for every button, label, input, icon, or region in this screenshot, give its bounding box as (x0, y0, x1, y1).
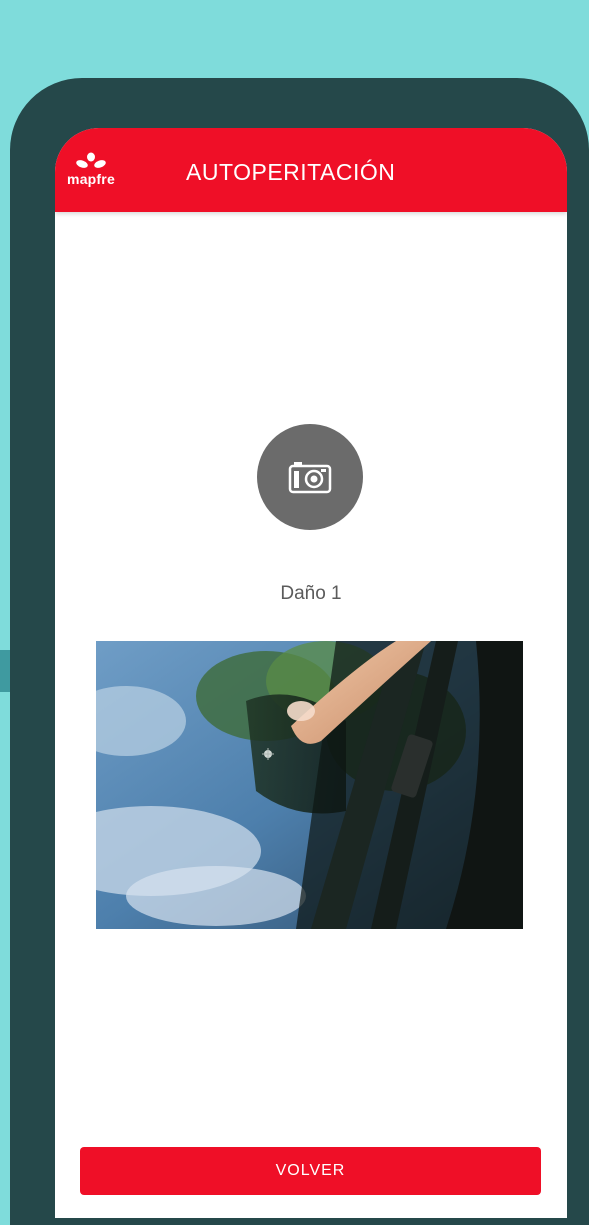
camera-button[interactable] (257, 424, 363, 530)
mapfre-logo: mapfre (60, 152, 122, 192)
page-title: AUTOPERITACIÓN (186, 159, 396, 185)
screen-bottom-edge (55, 1218, 567, 1225)
camera-icon (288, 462, 332, 494)
damage-photo[interactable] (96, 641, 523, 929)
damage-label: Daño 1 (280, 583, 342, 604)
app-screen: mapfre AUTOPERITACIÓN Daño 1 VOLVER (55, 128, 567, 1225)
logo-leaf-icon (76, 152, 106, 168)
logo-text: mapfre (67, 171, 115, 187)
back-button[interactable]: VOLVER (80, 1147, 541, 1195)
app-header: mapfre AUTOPERITACIÓN (55, 128, 567, 212)
